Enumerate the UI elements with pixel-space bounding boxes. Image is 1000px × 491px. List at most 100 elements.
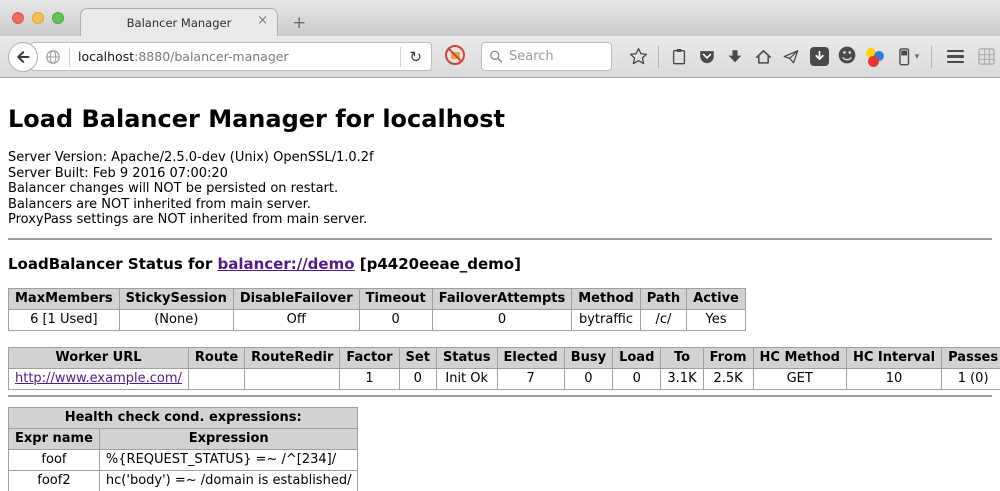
cell-expression-foof2: hc('body') =~ /domain is established/ bbox=[99, 470, 358, 491]
cell-expr-name-foof2: foof2 bbox=[9, 470, 100, 491]
page-content: Load Balancer Manager for localhost Serv… bbox=[0, 78, 1000, 491]
clipboard-icon bbox=[670, 47, 688, 66]
url-divider-right bbox=[400, 47, 401, 67]
col-hc-interval: HC Interval bbox=[846, 347, 941, 368]
cell-route bbox=[188, 368, 244, 389]
url-path: :8880/balancer-manager bbox=[134, 49, 288, 64]
cell-hc-method: GET bbox=[753, 368, 846, 389]
server-built-line: Server Built: Feb 9 2016 07:00:20 bbox=[8, 166, 992, 182]
cell-from: 2.5K bbox=[703, 368, 753, 389]
device-sync-button[interactable]: ▾ bbox=[889, 43, 925, 71]
section-divider bbox=[8, 238, 992, 240]
search-bar[interactable] bbox=[481, 42, 612, 71]
browser-window: Balancer Manager × + localhost:8880/bala… bbox=[0, 0, 1000, 491]
balancer-data-row: 6 [1 Used] (None) Off 0 0 bytraffic /c/ … bbox=[9, 309, 746, 330]
cell-passes: 1 (0) bbox=[942, 368, 1000, 389]
url-text[interactable]: localhost:8880/balancer-manager bbox=[78, 49, 289, 64]
download-box-icon bbox=[810, 47, 829, 66]
cell-path: /c/ bbox=[640, 309, 686, 330]
col-from: From bbox=[703, 347, 753, 368]
col-failoverattempts: FailoverAttempts bbox=[432, 288, 572, 309]
worker-data-row: http://www.example.com/ 1 0 Init Ok 7 0 … bbox=[9, 368, 1000, 389]
hamburger-icon bbox=[947, 50, 964, 64]
cell-to: 3.1K bbox=[661, 368, 703, 389]
col-route: Route bbox=[188, 347, 244, 368]
cell-elected: 7 bbox=[497, 368, 564, 389]
balancer-heading-suffix: [p4420eeae_demo] bbox=[355, 255, 521, 273]
col-to: To bbox=[661, 347, 703, 368]
grid-icon bbox=[977, 47, 996, 66]
toolbar-divider bbox=[658, 46, 659, 68]
health-header-row: Expr name Expression bbox=[9, 428, 358, 449]
cell-timeout: 0 bbox=[359, 309, 432, 330]
col-maxmembers: MaxMembers bbox=[9, 288, 120, 309]
col-expr-name: Expr name bbox=[9, 428, 100, 449]
balancer-header-row: MaxMembers StickySession DisableFailover… bbox=[9, 288, 746, 309]
back-button[interactable] bbox=[8, 42, 38, 72]
col-factor: Factor bbox=[340, 347, 399, 368]
feedback-button[interactable]: ☻ bbox=[833, 43, 861, 71]
menu-button[interactable] bbox=[938, 43, 972, 71]
reload-icon[interactable]: ↻ bbox=[409, 48, 422, 66]
health-data-row: foof %{REQUEST_STATUS} =~ /^[234]/ bbox=[9, 449, 358, 470]
smiley-icon: ☻ bbox=[837, 47, 857, 66]
col-routeredir: RouteRedir bbox=[245, 347, 340, 368]
tab-close-icon[interactable]: × bbox=[257, 14, 268, 27]
title-bar: Balancer Manager × + bbox=[0, 0, 1000, 36]
balancer-demo-link[interactable]: balancer://demo bbox=[217, 255, 354, 273]
zoom-window-button[interactable] bbox=[52, 12, 64, 24]
home-icon bbox=[754, 48, 773, 66]
toolbar-divider bbox=[931, 46, 932, 68]
cell-expression-foof: %{REQUEST_STATUS} =~ /^[234]/ bbox=[99, 449, 358, 470]
health-check-table: Health check cond. expressions: Expr nam… bbox=[8, 407, 358, 491]
cell-failoverattempts: 0 bbox=[432, 309, 572, 330]
col-disablefailover: DisableFailover bbox=[233, 288, 359, 309]
cell-load: 0 bbox=[613, 368, 661, 389]
url-host: localhost bbox=[78, 49, 134, 64]
col-worker-url: Worker URL bbox=[9, 347, 189, 368]
worker-url-link[interactable]: http://www.example.com/ bbox=[15, 371, 182, 386]
persist-notice-line: Balancer changes will NOT be persisted o… bbox=[8, 181, 992, 197]
cell-disablefailover: Off bbox=[233, 309, 359, 330]
toolbar-icons: ☻ ▾ bbox=[624, 43, 1000, 71]
col-method: Method bbox=[572, 288, 640, 309]
balancer-heading-prefix: LoadBalancer Status for bbox=[8, 255, 217, 273]
url-divider bbox=[69, 47, 70, 67]
col-load: Load bbox=[613, 347, 661, 368]
plugin-blocked-icon[interactable] bbox=[444, 44, 466, 70]
cell-worker-url: http://www.example.com/ bbox=[9, 368, 189, 389]
health-data-row: foof2 hc('body') =~ /domain is establish… bbox=[9, 470, 358, 491]
col-stickysession: StickySession bbox=[119, 288, 233, 309]
colored-dots-icon bbox=[864, 46, 886, 68]
pocket-button[interactable] bbox=[693, 43, 721, 71]
send-tab-button[interactable] bbox=[777, 43, 805, 71]
paper-plane-icon bbox=[782, 48, 800, 66]
url-bar[interactable]: localhost:8880/balancer-manager ↻ bbox=[30, 42, 432, 71]
col-path: Path bbox=[640, 288, 686, 309]
navigation-toolbar: localhost:8880/balancer-manager ↻ bbox=[0, 36, 1000, 78]
download-arrow-icon bbox=[726, 48, 744, 66]
home-button[interactable] bbox=[749, 43, 777, 71]
back-arrow-icon bbox=[15, 49, 31, 65]
tiles-button[interactable] bbox=[972, 43, 1000, 71]
bookmarks-menu-button[interactable] bbox=[665, 43, 693, 71]
bookmark-star-button[interactable] bbox=[624, 43, 652, 71]
downloads-button[interactable] bbox=[721, 43, 749, 71]
worker-status-table: Worker URL Route RouteRedir Factor Set S… bbox=[8, 347, 1000, 390]
health-table-title: Health check cond. expressions: bbox=[9, 407, 358, 428]
tab-balancer-manager[interactable]: Balancer Manager × bbox=[80, 8, 278, 36]
download-manager-button[interactable] bbox=[805, 43, 833, 71]
extension-dots-button[interactable] bbox=[861, 43, 889, 71]
close-window-button[interactable] bbox=[12, 12, 24, 24]
balancer-heading: LoadBalancer Status for balancer://demo … bbox=[8, 255, 992, 273]
search-input[interactable] bbox=[509, 49, 604, 64]
worker-header-row: Worker URL Route RouteRedir Factor Set S… bbox=[9, 347, 1000, 368]
balancer-status-table: MaxMembers StickySession DisableFailover… bbox=[8, 288, 746, 331]
globe-icon bbox=[45, 49, 61, 65]
col-timeout: Timeout bbox=[359, 288, 432, 309]
cell-status: Init Ok bbox=[436, 368, 497, 389]
col-elected: Elected bbox=[497, 347, 564, 368]
col-expression: Expression bbox=[99, 428, 358, 449]
minimize-window-button[interactable] bbox=[32, 12, 44, 24]
new-tab-button[interactable]: + bbox=[292, 15, 306, 32]
